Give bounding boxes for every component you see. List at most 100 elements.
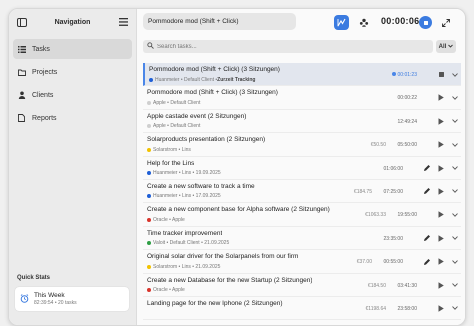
play-icon[interactable] — [436, 187, 446, 196]
sidebar-item-clients[interactable]: Clients — [13, 85, 132, 105]
chevron-down-icon[interactable] — [450, 234, 460, 243]
sidebar-item-label: Projects — [32, 68, 58, 76]
sidebar-toggle-icon[interactable] — [15, 15, 29, 29]
hamburger-menu-icon[interactable] — [116, 15, 130, 29]
task-meta: Solarstrom • Lins • 21.09.2025 — [147, 264, 220, 270]
task-row[interactable]: Create a new component base for Alpha so… — [143, 203, 461, 227]
sidebar-item-projects[interactable]: Projects — [13, 62, 132, 82]
task-row[interactable]: Time tracker improvement Valoit • Default… — [143, 227, 461, 251]
play-icon[interactable] — [436, 234, 446, 243]
play-icon[interactable] — [436, 93, 446, 102]
app-window: Navigation Tasks Projects Clients Report… — [8, 8, 466, 326]
play-icon[interactable] — [436, 210, 446, 219]
task-row[interactable]: Original solar driver for the Solarpanel… — [143, 250, 461, 274]
edit-pencil-icon[interactable] — [422, 257, 432, 266]
task-actions — [422, 187, 460, 196]
quick-stats-summary: 82:39:54 • 20 tasks — [34, 300, 77, 306]
task-row[interactable]: Landing page for the new Iphone (2 Sitzu… — [143, 297, 461, 321]
project-color-dot — [147, 288, 151, 293]
task-amount: €184.50 — [367, 282, 386, 289]
stop-button[interactable] — [419, 16, 432, 29]
task-amount: €184.75 — [353, 188, 372, 195]
task-meta: Apple • Default Client — [147, 123, 200, 129]
stats-toggle-icon[interactable] — [334, 15, 349, 30]
task-row[interactable]: Pommodore mod (Shift + Click) (3 Sitzung… — [143, 86, 461, 110]
chevron-down-icon[interactable] — [450, 281, 460, 290]
task-row[interactable]: Create a new software to track a time Hua… — [143, 180, 461, 204]
chevron-down-icon[interactable] — [450, 140, 460, 149]
chevron-down-icon[interactable] — [450, 70, 460, 79]
task-row[interactable]: Solarproducts presentation (2 Sitzungen)… — [143, 133, 461, 157]
chevron-down-icon[interactable] — [450, 117, 460, 126]
task-meta: Oracle • Apple — [147, 217, 185, 223]
sidebar-item-tasks[interactable]: Tasks — [13, 39, 132, 59]
task-meta-text: Apple • Default Client — [153, 123, 201, 130]
current-task-field[interactable]: Pommodore mod (Shift + Click) — [143, 13, 296, 30]
project-color-dot — [147, 264, 151, 269]
project-color-dot — [147, 124, 151, 129]
search-field[interactable] — [143, 40, 433, 53]
play-icon[interactable] — [436, 164, 446, 173]
project-color-dot — [147, 147, 151, 152]
timer-display: 00:00:06 — [381, 16, 420, 26]
task-duration: 00:01:23 — [391, 72, 417, 78]
sidebar-header: Navigation — [9, 9, 136, 35]
chevron-down-icon[interactable] — [450, 257, 460, 266]
play-icon[interactable] — [436, 140, 446, 149]
task-title: Pommodore mod (Shift + Click) (3 Sitzung… — [149, 66, 280, 73]
chevron-down-icon[interactable] — [450, 164, 460, 173]
filter-dropdown[interactable]: All — [436, 40, 456, 53]
play-icon[interactable] — [436, 281, 446, 290]
task-amount: €1198.64 — [365, 305, 386, 312]
task-meta-text: Huanmeier • Lins • 17.09.2025 — [153, 193, 221, 200]
chevron-down-icon[interactable] — [450, 187, 460, 196]
edit-pencil-icon[interactable] — [422, 187, 432, 196]
task-meta: Huanmeier • Lins • 19.09.2025 — [147, 170, 221, 176]
play-icon[interactable] — [436, 117, 446, 126]
task-duration: 12:49:24 — [397, 118, 417, 125]
chevron-down-icon[interactable] — [450, 93, 460, 102]
task-amount: €1063.33 — [365, 212, 386, 219]
sidebar-item-reports[interactable]: Reports — [13, 108, 132, 128]
task-actions — [436, 210, 460, 219]
task-actions — [436, 304, 460, 313]
main-panel: Pommodore mod (Shift + Click) 00:00:06 A… — [137, 9, 465, 325]
play-icon[interactable] — [436, 304, 446, 313]
chevron-down-icon — [448, 44, 454, 50]
list-icon — [18, 45, 32, 53]
play-icon[interactable] — [436, 257, 446, 266]
stop-icon[interactable] — [436, 70, 446, 79]
chevron-down-icon[interactable] — [450, 304, 460, 313]
task-actions — [436, 93, 460, 102]
tracking-status: Zurzeit Tracking — [217, 76, 256, 83]
task-row[interactable]: Apple castade event (2 Sitzungen) Apple •… — [143, 110, 461, 134]
chevron-down-icon[interactable] — [450, 210, 460, 219]
task-amount: €37.00 — [356, 259, 372, 266]
quick-stats-card: This Week 82:39:54 • 20 tasks — [15, 287, 129, 311]
stop-icon — [423, 20, 428, 25]
task-meta-text: Oracle • Apple — [153, 287, 185, 294]
search-input[interactable] — [157, 43, 407, 50]
task-row[interactable]: Create a new Database for the new Startu… — [143, 274, 461, 297]
quick-stats-label: This Week — [34, 292, 65, 299]
sidebar-nav: Tasks Projects Clients Reports — [9, 35, 136, 135]
task-row[interactable]: Help for the Lins Huanmeier • Lins • 19.0… — [143, 157, 461, 180]
task-meta-text: Valoit • Default Client • 21.09.2025 — [153, 240, 230, 247]
task-meta: Solarstrom • Lins — [147, 147, 191, 153]
task-actions — [422, 164, 460, 173]
task-duration: 07:25:00 — [383, 188, 403, 195]
expand-icon[interactable] — [438, 15, 453, 30]
sidebar-item-label: Clients — [32, 91, 54, 99]
sidebar-item-label: Tasks — [32, 45, 50, 53]
task-actions — [436, 117, 460, 126]
task-actions — [436, 140, 460, 149]
edit-pencil-icon[interactable] — [422, 234, 432, 243]
task-meta-text: Huanmeier • Default Client • — [155, 76, 218, 83]
task-row[interactable]: Pommodore mod (Shift + Click) (3 Sitzung… — [143, 63, 461, 87]
task-actions — [422, 257, 460, 266]
task-title: Help for the Lins — [147, 159, 195, 167]
task-meta: Valoit • Default Client • 21.09.2025 — [147, 240, 229, 246]
task-title: Create a new software to track a time — [147, 182, 255, 190]
edit-pencil-icon[interactable] — [422, 164, 432, 173]
people-icon[interactable] — [356, 15, 371, 30]
